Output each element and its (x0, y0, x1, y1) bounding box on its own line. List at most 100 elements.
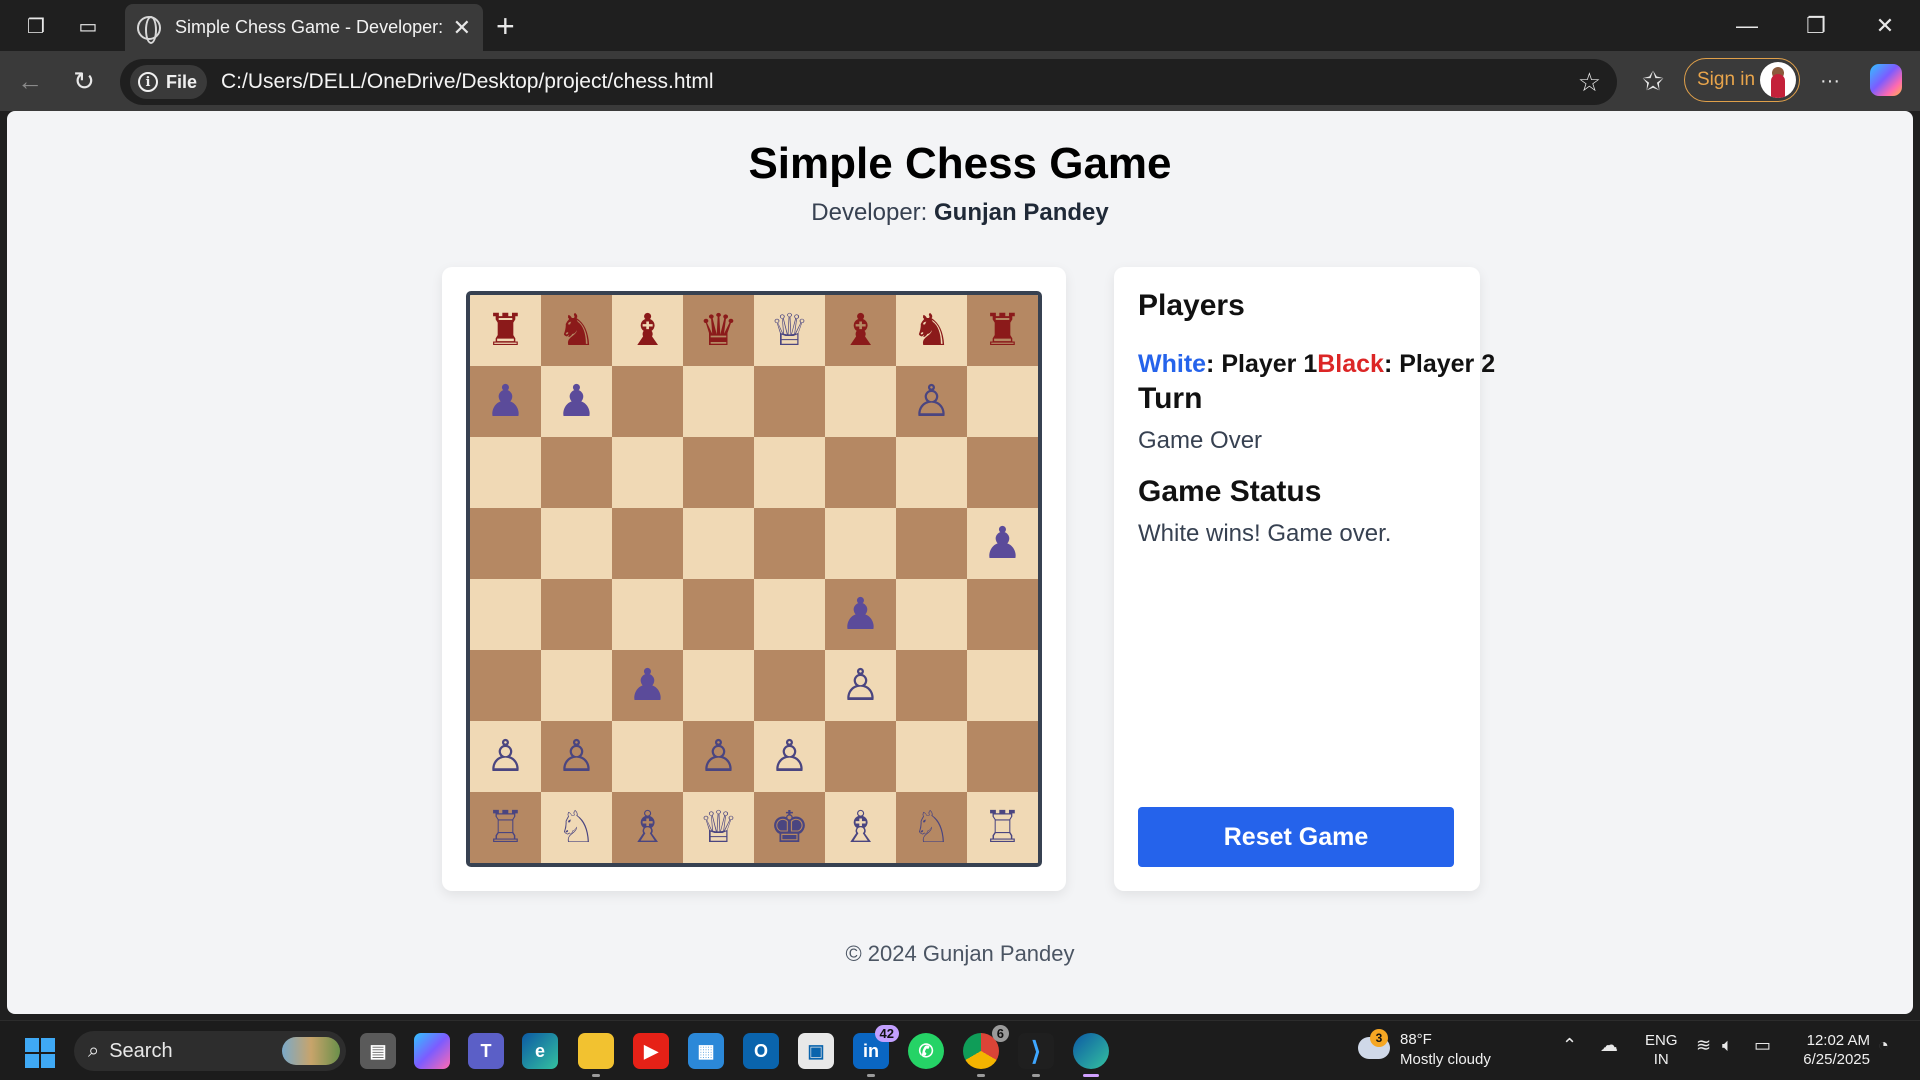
square-b5[interactable] (541, 508, 612, 579)
address-bar[interactable]: i File C:/Users/DELL/OneDrive/Desktop/pr… (120, 59, 1617, 105)
sign-in-button[interactable]: Sign in (1684, 58, 1800, 102)
square-b7[interactable]: ♟ (541, 366, 612, 437)
battery-icon[interactable]: ▭ (1754, 1035, 1771, 1056)
square-g7[interactable]: ♙ (896, 366, 967, 437)
restore-button[interactable]: ❐ (1793, 10, 1839, 42)
square-b2[interactable]: ♙ (541, 721, 612, 792)
square-f4[interactable]: ♟ (825, 579, 896, 650)
square-e7[interactable] (754, 366, 825, 437)
square-h7[interactable] (967, 366, 1038, 437)
vscode-icon[interactable]: ⟩ (1018, 1033, 1054, 1077)
square-f6[interactable] (825, 437, 896, 508)
wifi-icon[interactable]: ≋ (1696, 1035, 1711, 1056)
square-a5[interactable] (470, 508, 541, 579)
square-d1[interactable]: ♕ (683, 792, 754, 863)
square-a8[interactable]: ♜ (470, 295, 541, 366)
square-d4[interactable] (683, 579, 754, 650)
square-e2[interactable]: ♙ (754, 721, 825, 792)
square-a7[interactable]: ♟ (470, 366, 541, 437)
workspaces-icon[interactable]: ❐ (20, 10, 52, 42)
minimize-button[interactable]: — (1724, 10, 1770, 42)
system-clock[interactable]: 12:02 AM 6/25/2025 (1796, 1031, 1870, 1069)
more-menu-button[interactable]: ··· (1812, 63, 1848, 99)
square-c8[interactable]: ♝ (612, 295, 683, 366)
site-info-button[interactable]: i File (130, 65, 208, 99)
square-h6[interactable] (967, 437, 1038, 508)
square-d6[interactable] (683, 437, 754, 508)
square-h4[interactable] (967, 579, 1038, 650)
square-c6[interactable] (612, 437, 683, 508)
square-a3[interactable] (470, 650, 541, 721)
square-g4[interactable] (896, 579, 967, 650)
language-indicator[interactable]: ENG IN (1645, 1031, 1678, 1069)
square-c5[interactable] (612, 508, 683, 579)
square-e5[interactable] (754, 508, 825, 579)
square-b1[interactable]: ♘ (541, 792, 612, 863)
square-f5[interactable] (825, 508, 896, 579)
square-f7[interactable] (825, 366, 896, 437)
square-b3[interactable] (541, 650, 612, 721)
square-f3[interactable]: ♙ (825, 650, 896, 721)
file-explorer-icon[interactable] (578, 1033, 614, 1077)
onedrive-icon[interactable]: ☁ (1600, 1035, 1618, 1056)
weather-widget[interactable]: 3 88°F Mostly cloudy (1358, 1029, 1518, 1073)
edge-active-icon[interactable] (1073, 1033, 1109, 1077)
chrome-icon[interactable]: 6 (963, 1025, 1009, 1077)
square-e4[interactable] (754, 579, 825, 650)
square-g8[interactable]: ♞ (896, 295, 967, 366)
teams-icon[interactable]: T (468, 1033, 504, 1069)
square-g5[interactable] (896, 508, 967, 579)
volume-icon[interactable]: 🔈︎ (1722, 1035, 1733, 1056)
square-h1[interactable]: ♖ (967, 792, 1038, 863)
favorite-star-icon[interactable]: ☆ (1578, 67, 1601, 98)
square-h8[interactable]: ♜ (967, 295, 1038, 366)
microsoft-store-icon[interactable]: ▦ (688, 1033, 724, 1069)
square-h5[interactable]: ♟ (967, 508, 1038, 579)
square-b6[interactable] (541, 437, 612, 508)
square-d2[interactable]: ♙ (683, 721, 754, 792)
youtube-icon[interactable]: ▶ (633, 1033, 669, 1069)
outlook-icon[interactable]: O (743, 1033, 779, 1069)
square-a1[interactable]: ♖ (470, 792, 541, 863)
square-d8[interactable]: ♛ (683, 295, 754, 366)
square-a4[interactable] (470, 579, 541, 650)
copilot-icon[interactable] (1870, 64, 1902, 96)
square-b4[interactable] (541, 579, 612, 650)
square-d7[interactable] (683, 366, 754, 437)
square-f8[interactable]: ♝ (825, 295, 896, 366)
new-tab-button[interactable]: + (496, 8, 515, 45)
square-b8[interactable]: ♞ (541, 295, 612, 366)
square-d3[interactable] (683, 650, 754, 721)
show-hidden-icons-chevron[interactable]: ⌃ (1562, 1035, 1577, 1056)
square-g2[interactable] (896, 721, 967, 792)
browser-tab[interactable]: Simple Chess Game - Developer: Gunjan Pa… (125, 4, 483, 51)
square-a2[interactable]: ♙ (470, 721, 541, 792)
favorites-icon[interactable]: ✩ (1635, 63, 1671, 99)
notifications-icon[interactable]: ◔ (1878, 1035, 1889, 1056)
square-g3[interactable] (896, 650, 967, 721)
square-c4[interactable] (612, 579, 683, 650)
refresh-button[interactable]: ↻ (66, 63, 102, 99)
square-c3[interactable]: ♟ (612, 650, 683, 721)
square-d5[interactable] (683, 508, 754, 579)
tab-actions-icon[interactable]: ▭ (72, 10, 104, 42)
square-f2[interactable] (825, 721, 896, 792)
square-e1[interactable]: ♚ (754, 792, 825, 863)
edge-icon[interactable]: e (522, 1033, 558, 1069)
square-h3[interactable] (967, 650, 1038, 721)
square-h2[interactable] (967, 721, 1038, 792)
square-e3[interactable] (754, 650, 825, 721)
chess-board[interactable]: ♜ ♞ ♝ ♛ ♕ ♝ ♞ ♜ ♟ ♟ ♙ ♟ ♟ ♟ ♙ ♙ ♙ ♙ ♙ ♖ ♘ ♗ ♕ ♚ ♗ ♘ ♖ (466, 291, 1042, 867)
back-button[interactable]: ← (12, 63, 48, 99)
whatsapp-icon[interactable]: ✆ (908, 1033, 944, 1069)
taskbar-search[interactable]: ⌕ Search (74, 1031, 346, 1071)
windows-start-icon[interactable] (25, 1038, 55, 1068)
square-f1[interactable]: ♗ (825, 792, 896, 863)
square-c7[interactable] (612, 366, 683, 437)
url-text[interactable]: C:/Users/DELL/OneDrive/Desktop/project/c… (221, 70, 714, 94)
close-window-button[interactable]: ✕ (1862, 10, 1908, 42)
square-e6[interactable] (754, 437, 825, 508)
reset-game-button[interactable]: Reset Game (1138, 807, 1454, 867)
copilot-app-icon[interactable] (414, 1033, 450, 1069)
square-g1[interactable]: ♘ (896, 792, 967, 863)
